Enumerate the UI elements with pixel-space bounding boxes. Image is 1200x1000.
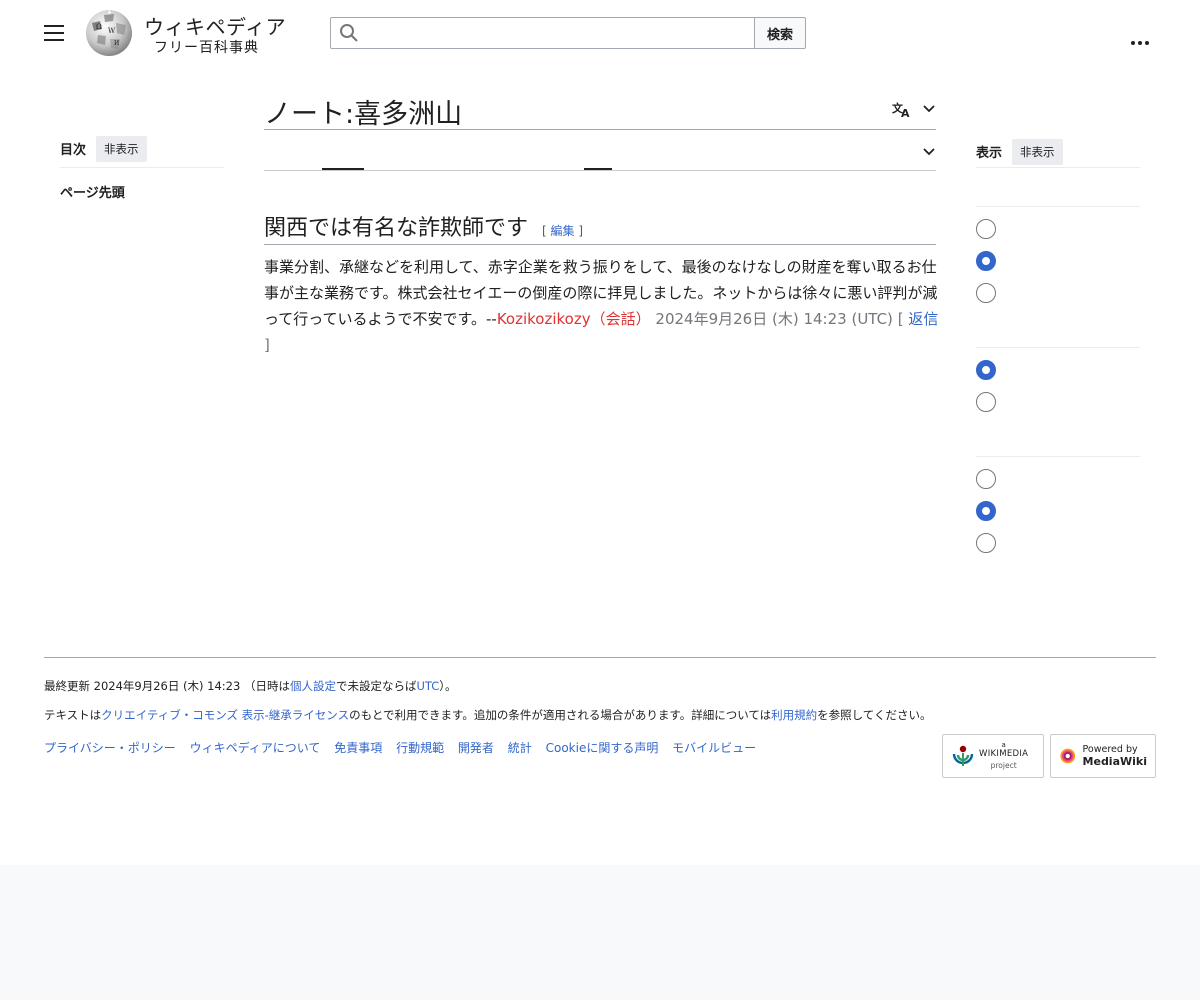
text-size-radio-large[interactable]: [976, 283, 996, 303]
svg-text:Ω: Ω: [96, 23, 102, 31]
talk-close-paren: ）: [635, 310, 651, 328]
edit-bracket-close: ]: [578, 224, 584, 238]
color-radio-light[interactable]: [976, 501, 996, 521]
table-of-contents: 目次 非表示 ページ先頭: [60, 135, 224, 201]
powered-by: Powered by: [1082, 744, 1138, 755]
license-link[interactable]: クリエイティブ・コモンズ 表示-継承ライセンス: [101, 708, 349, 722]
footer-links: プライバシー・ポリシー ウィキペディアについて 免責事項 行動規範 開発者 統計…: [44, 739, 766, 756]
license-prefix: テキストは: [44, 708, 102, 722]
personal-settings-link[interactable]: 個人設定: [290, 679, 336, 693]
footer-link-privacy[interactable]: プライバシー・ポリシー: [44, 741, 176, 755]
wikimedia-name: WIKIMEDIA: [979, 748, 1029, 759]
search-input[interactable]: [330, 17, 755, 49]
toc-item-top[interactable]: ページ先頭: [60, 182, 224, 201]
text-size-radio-small[interactable]: [976, 219, 996, 239]
main-menu-button[interactable]: [44, 25, 64, 41]
appearance-header: 表示 非表示: [976, 136, 1140, 168]
title-divider: [264, 129, 936, 130]
comment-timestamp[interactable]: 2024年9月26日 (木) 14:23 (UTC): [655, 310, 892, 328]
toc-header: 目次 非表示: [60, 135, 224, 168]
search-button[interactable]: 検索: [754, 17, 806, 49]
search-icon: [340, 24, 358, 42]
appearance-title: 表示: [976, 146, 1003, 161]
footer-link-statistics[interactable]: 統計: [508, 741, 532, 755]
page-title: ノート:喜多洲山: [264, 99, 463, 130]
edit-link[interactable]: 編集: [551, 224, 575, 238]
utc-link[interactable]: UTC: [416, 679, 439, 693]
svg-text:W: W: [108, 27, 116, 35]
last-modified-text: 最終更新 2024年9月26日 (木) 14:23 （日時は: [44, 679, 290, 693]
footer-link-code-of-conduct[interactable]: 行動規範: [396, 741, 444, 755]
toc-title: 目次: [60, 143, 87, 158]
footer-link-mobile[interactable]: モバイルビュー: [672, 741, 756, 755]
wikimedia-badge[interactable]: a WIKIMEDIA project: [942, 734, 1044, 778]
section-heading: 関西では有名な詐欺師です [ 編集 ]: [264, 210, 583, 242]
more-options-icon[interactable]: [1131, 30, 1153, 45]
license-suffix: を参照してください。: [817, 708, 932, 722]
terms-link[interactable]: 利用規約: [771, 708, 817, 722]
toc-hide-button[interactable]: 非表示: [96, 135, 147, 162]
width-radio-standard[interactable]: [976, 360, 996, 380]
appearance-hide-button[interactable]: 非表示: [1012, 138, 1063, 165]
color-radio-dark[interactable]: [976, 533, 996, 553]
mediawiki-badge[interactable]: Powered by MediaWiki: [1050, 734, 1156, 778]
tagline: フリー百科事典: [154, 40, 259, 56]
language-icon[interactable]: 文 A: [892, 100, 936, 120]
license-notice: テキストはクリエイティブ・コモンズ 表示-継承ライセンスのもとで利用できます。追…: [44, 707, 931, 723]
talk-open-paren: （: [590, 310, 606, 328]
text-size-radio-standard[interactable]: [976, 251, 996, 271]
edit-bracket-open: [: [542, 224, 547, 238]
mediawiki-logo-icon: [1060, 748, 1076, 764]
page-bottom-background: [0, 865, 1200, 1000]
wikimedia-sub: project: [990, 760, 1017, 770]
appearance-divider: [976, 456, 1140, 457]
footer-link-about[interactable]: ウィキペディアについて: [190, 741, 321, 755]
svg-text:И: И: [114, 40, 119, 47]
search-box: 検索: [330, 17, 806, 49]
appearance-divider: [976, 206, 1140, 207]
footer-link-disclaimer[interactable]: 免責事項: [334, 741, 382, 755]
mediawiki-name: MediaWiki: [1082, 755, 1147, 768]
appearance-divider: [976, 347, 1140, 348]
site-header: Ω W И ウィキペディア フリー百科事典 検索: [0, 0, 1200, 66]
section-heading-text: 関西では有名な詐欺師です: [264, 216, 529, 241]
wikimedia-logo-icon: [952, 745, 974, 766]
chevron-down-icon[interactable]: [922, 145, 936, 159]
section-edit: [ 編集 ]: [542, 222, 583, 239]
width-radio-wide[interactable]: [976, 392, 996, 412]
svg-text:A: A: [901, 107, 910, 120]
user-link[interactable]: Kozikozikozy: [497, 310, 591, 328]
wikipedia-globe-logo-icon[interactable]: Ω W И: [84, 9, 134, 57]
user-talk-link[interactable]: 会話: [606, 310, 636, 328]
comment-paragraph: 事業分割、承継などを利用して、赤字企業を救う振りをして、最後のなけなしの財産を奪…: [264, 254, 940, 358]
wordmark[interactable]: ウィキペディア: [144, 11, 286, 40]
wikimedia-small: a: [1001, 740, 1006, 749]
section-divider: [264, 244, 936, 245]
chevron-down-icon: [923, 105, 935, 113]
reply-link[interactable]: 返信: [908, 310, 938, 328]
license-mid: のもとで利用できます。追加の条件が適用される場合があります。詳細については: [349, 708, 772, 722]
appearance-panel: 表示 非表示: [976, 136, 1140, 168]
footer-link-cookie[interactable]: Cookieに関する声明: [546, 741, 659, 755]
tabs-divider: [264, 170, 936, 171]
reply-bracket-open: [: [897, 310, 904, 328]
footer-divider: [44, 657, 1156, 658]
reply-bracket-close: ]: [264, 336, 270, 354]
last-modified-mid: で未設定ならば: [335, 679, 417, 693]
color-radio-auto[interactable]: [976, 469, 996, 489]
last-modified: 最終更新 2024年9月26日 (木) 14:23 （日時は個人設定で未設定なら…: [44, 678, 457, 694]
footer-link-developers[interactable]: 開発者: [458, 741, 494, 755]
last-modified-suffix: ）。: [439, 679, 457, 693]
